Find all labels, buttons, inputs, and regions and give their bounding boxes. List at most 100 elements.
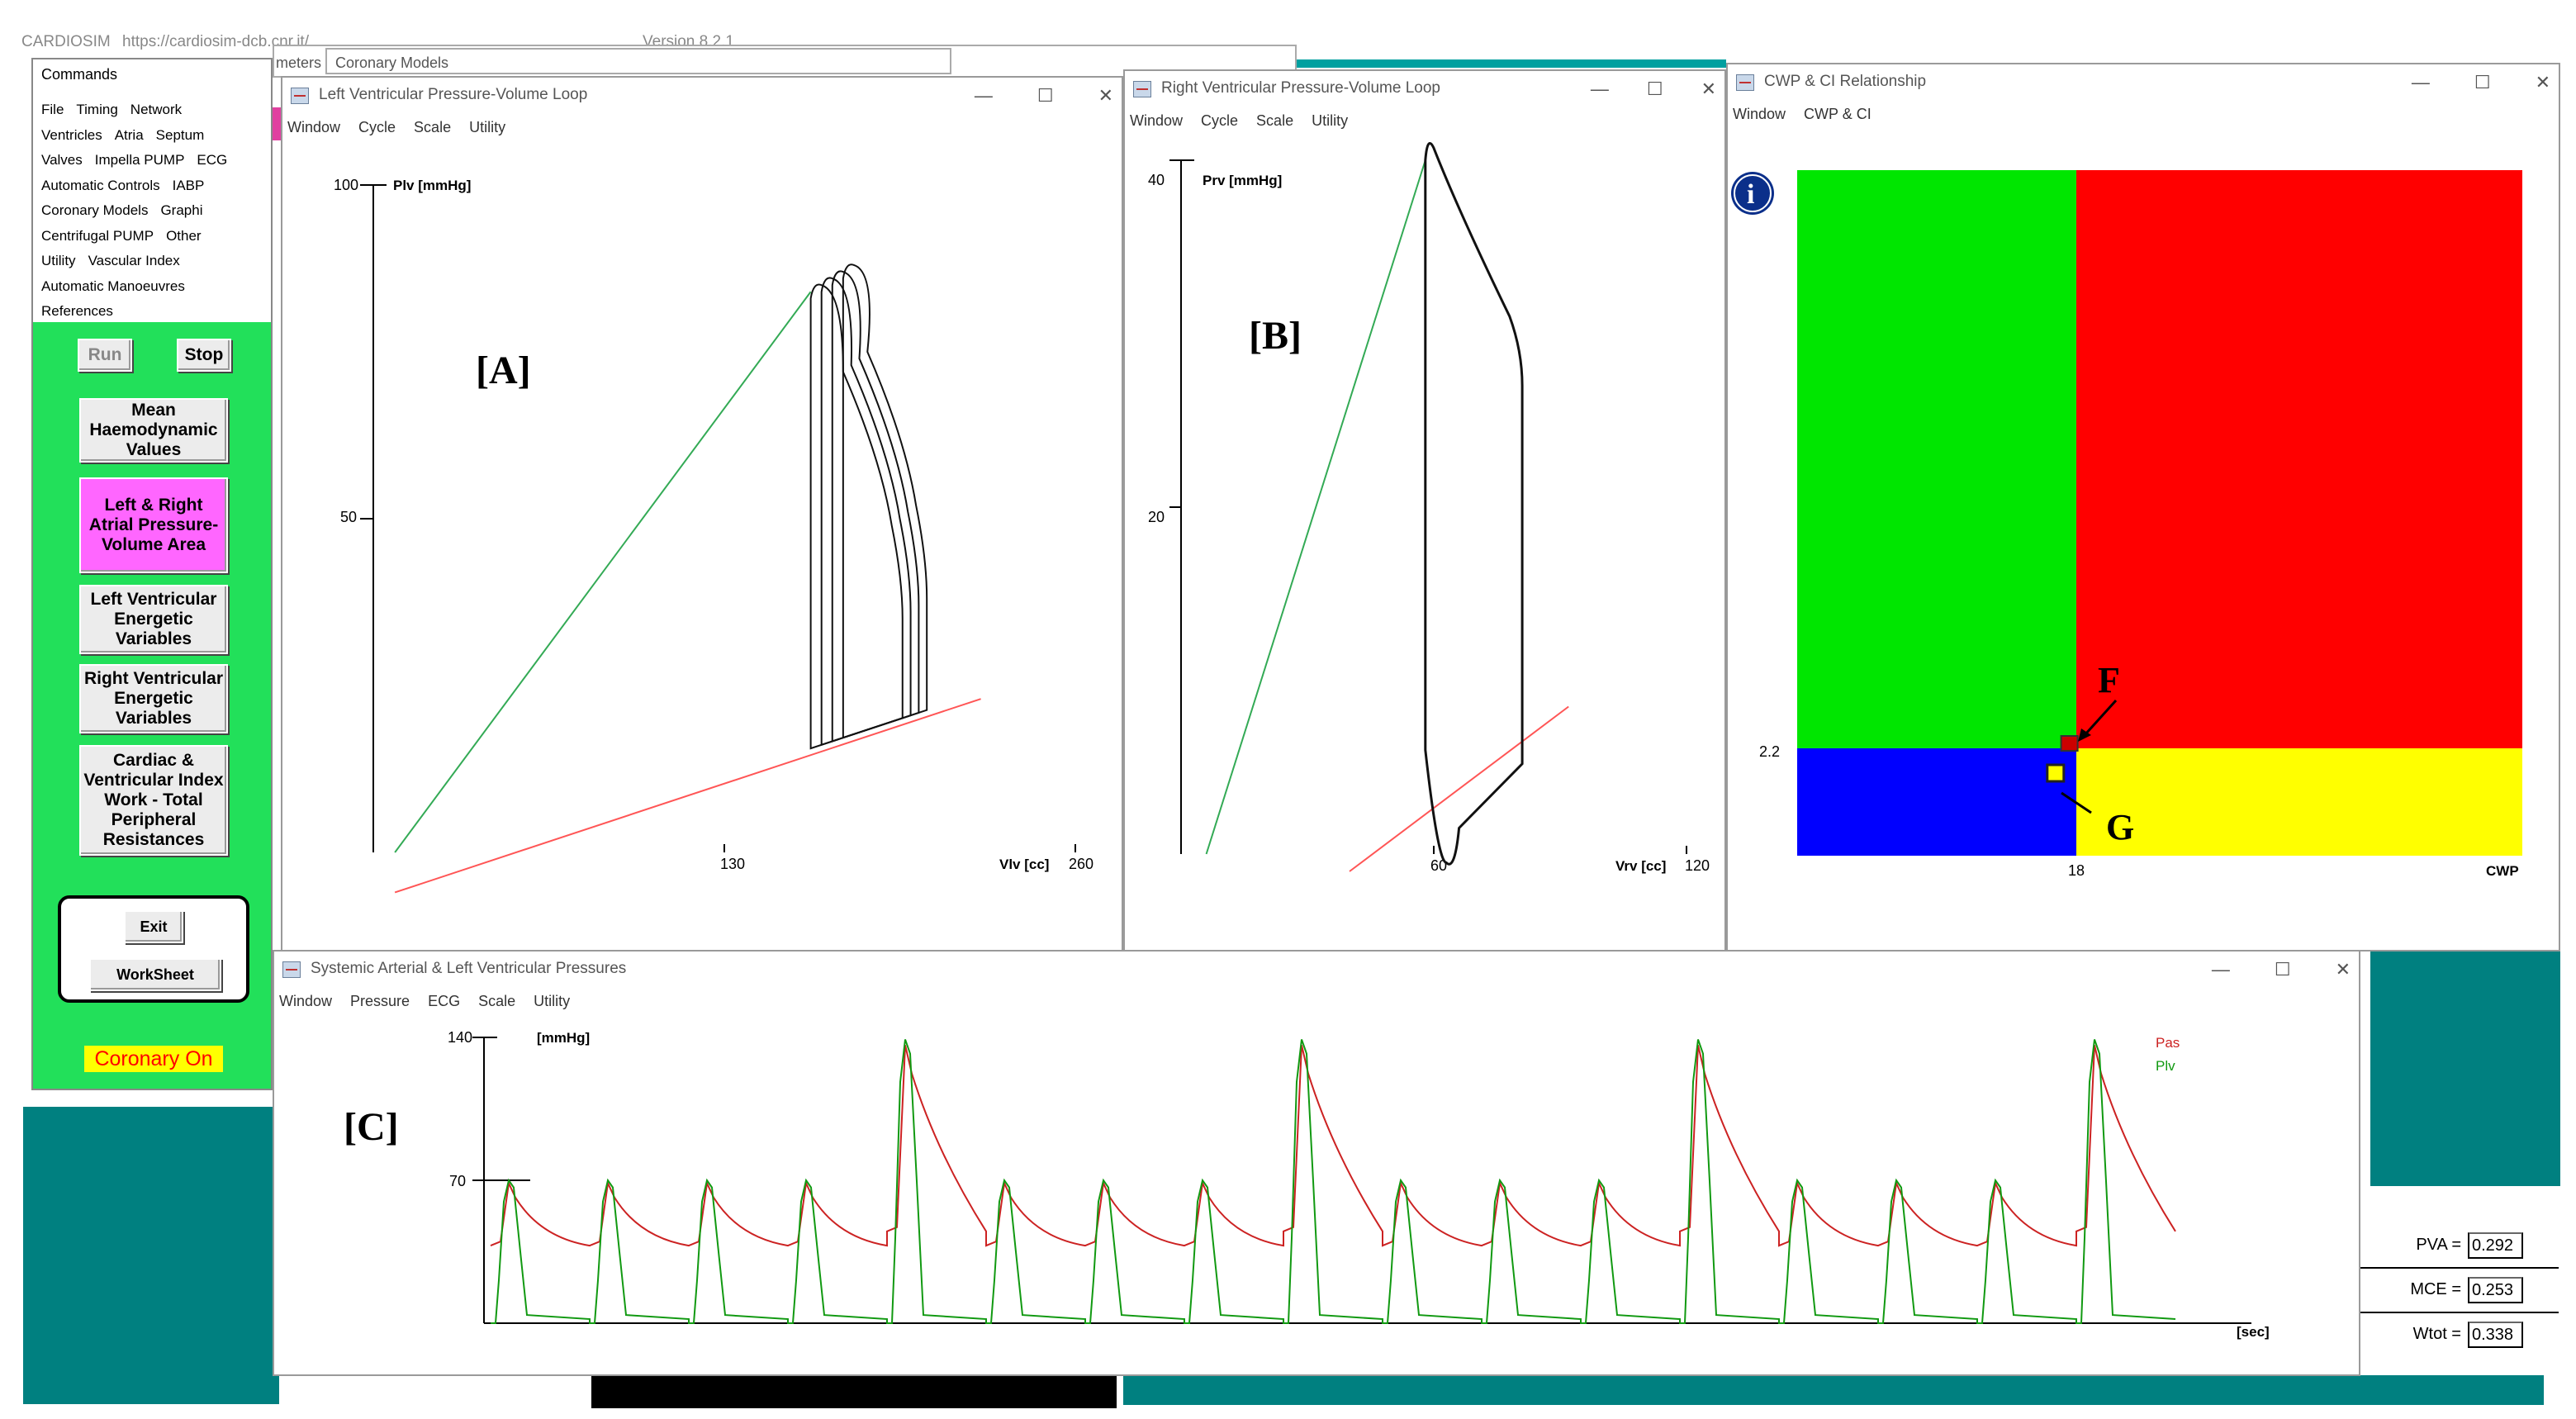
commands-title: Commands bbox=[41, 66, 118, 83]
lv-pv-loop bbox=[809, 283, 904, 750]
command-menu-item[interactable]: Atria bbox=[115, 127, 144, 143]
commands-menu-row: Automatic Manoeuvres bbox=[41, 274, 240, 300]
coronary-status: Coronary On bbox=[84, 1046, 223, 1072]
desktop-right-band bbox=[2370, 950, 2560, 1186]
index-label: PVA = bbox=[2416, 1236, 2461, 1254]
cwp-ci-plot: i 2.2 18 CWP F G bbox=[1731, 170, 2522, 879]
index-row: PVA = 0.292 bbox=[2360, 1224, 2559, 1267]
legend-plv: Plv bbox=[2156, 1058, 2175, 1074]
lv-energetic-variables-button[interactable]: Left Ventricular Energetic Variables bbox=[79, 585, 228, 654]
lv-panel-label: [A] bbox=[476, 349, 531, 392]
command-menu-item[interactable]: Vascular Index bbox=[88, 253, 180, 268]
taskbar-black bbox=[591, 1375, 1117, 1408]
lv-xtick-130: 130 bbox=[720, 856, 745, 872]
command-menu-item[interactable]: Automatic Controls bbox=[41, 178, 160, 193]
commands-menu-row: Coronary Models Graphi bbox=[41, 198, 240, 224]
plv-trace bbox=[491, 1039, 2176, 1324]
lv-pv-loop-window: Left Ventricular Pressure-Volume Loop — ☐… bbox=[281, 76, 1123, 955]
rv-ylabel: Prv [mmHg] bbox=[1203, 173, 1282, 188]
cwp-threshold-tick: 18 bbox=[2068, 862, 2085, 879]
index-row: MCE = 0.253 bbox=[2360, 1267, 2559, 1312]
quadrant-bottom-left bbox=[1797, 748, 2076, 856]
lv-ytick-100: 100 bbox=[334, 177, 358, 193]
cwp-ci-window: CWP & CI Relationship — ☐ ✕ Window CWP & C… bbox=[1726, 63, 2560, 952]
stop-button[interactable]: Stop bbox=[177, 339, 231, 372]
indices-list: PVA = 0.292 MCE = 0.253 Wtot = 0.338 bbox=[2360, 1224, 2559, 1356]
command-menu-item[interactable]: Coronary Models bbox=[41, 202, 148, 218]
command-menu-item[interactable]: Automatic Manoeuvres bbox=[41, 278, 185, 294]
command-menu-item[interactable]: IABP bbox=[173, 178, 205, 193]
commands-menu-row: Automatic Controls IABP bbox=[41, 173, 240, 199]
command-menu-item[interactable]: Network bbox=[130, 102, 182, 117]
marker-f-label: F bbox=[2098, 660, 2120, 700]
rv-espvr-line bbox=[1205, 159, 1426, 855]
command-menu-item[interactable]: Valves bbox=[41, 152, 83, 168]
index-value: 0.338 bbox=[2468, 1322, 2523, 1348]
desktop-bottom-band bbox=[23, 1107, 279, 1404]
pressure-ytick-70: 70 bbox=[449, 1173, 466, 1189]
commands-menu-row: File Timing Network bbox=[41, 97, 240, 123]
desktop-strip bbox=[1123, 1375, 2544, 1405]
commands-menu-area: Commands File Timing Network Ventricles Atri… bbox=[33, 59, 271, 322]
command-menu-item[interactable]: References bbox=[41, 303, 113, 319]
rv-energetic-variables-button[interactable]: Right Ventricular Energetic Variables bbox=[79, 664, 228, 733]
ci-threshold-tick: 2.2 bbox=[1759, 743, 1780, 760]
index-value: 0.292 bbox=[2468, 1232, 2523, 1259]
command-menu-item[interactable]: Impella PUMP bbox=[95, 152, 185, 168]
bg-tab-coronary[interactable]: Coronary Models bbox=[325, 48, 951, 74]
pressure-window: Systemic Arterial & Left Ventricular Pre… bbox=[273, 950, 2360, 1376]
info-icon[interactable]: i bbox=[1731, 172, 1774, 215]
pressure-ytick-140: 140 bbox=[448, 1029, 472, 1046]
commands-menu-row: References bbox=[41, 299, 240, 325]
cardiac-index-work-button[interactable]: Cardiac & Ventricular Index Work - Total… bbox=[79, 745, 228, 856]
command-menu-item[interactable]: Centrifugal PUMP bbox=[41, 228, 154, 244]
rv-pv-loop-window: Right Ventricular Pressure-Volume Loop —… bbox=[1123, 69, 1726, 953]
lv-pv-plot: 100 50 130 260 Plv [mmHg] Vlv [cc] [A] bbox=[334, 177, 1093, 894]
command-menu-item[interactable]: Ventricles bbox=[41, 127, 102, 143]
run-button[interactable]: Run bbox=[78, 339, 132, 372]
exit-button[interactable]: Exit bbox=[124, 910, 183, 943]
rv-pv-loop bbox=[1424, 141, 1524, 866]
index-value: 0.253 bbox=[2468, 1277, 2523, 1303]
command-menu-item[interactable]: File bbox=[41, 102, 64, 117]
lv-espvr-line bbox=[394, 291, 812, 853]
exit-worksheet-group: Exit WorkSheet bbox=[58, 895, 249, 1003]
pas-trace bbox=[490, 1045, 2176, 1247]
lv-ylabel: Plv [mmHg] bbox=[393, 178, 471, 193]
marker-g-label: G bbox=[2106, 807, 2134, 847]
pressure-yunit: [mmHg] bbox=[537, 1030, 590, 1046]
commands-menu-row: Centrifugal PUMP Other bbox=[41, 224, 240, 249]
rv-edpvr-line bbox=[1349, 705, 1569, 872]
worksheet-button[interactable]: WorkSheet bbox=[89, 958, 221, 991]
legend-pas: Pas bbox=[2156, 1035, 2180, 1051]
cwp-xlabel: CWP bbox=[2486, 863, 2519, 879]
quadrant-top-right bbox=[2076, 170, 2522, 748]
command-menu-item[interactable]: Graphi bbox=[160, 202, 202, 218]
command-menu-item[interactable]: ECG bbox=[197, 152, 227, 168]
bg-tab-coronary-label: Coronary Models bbox=[335, 55, 449, 71]
commands-panel: Commands File Timing Network Ventricles Atri… bbox=[31, 58, 273, 1090]
rv-xtick-120: 120 bbox=[1685, 857, 1710, 874]
command-menu-item[interactable]: Utility bbox=[41, 253, 76, 268]
bg-tab-params: meters bbox=[276, 55, 322, 71]
rv-ytick-40: 40 bbox=[1148, 172, 1165, 188]
index-row: Wtot = 0.338 bbox=[2360, 1312, 2559, 1356]
quadrant-top-left bbox=[1797, 170, 2076, 748]
index-label: MCE = bbox=[2410, 1280, 2461, 1298]
command-menu-item[interactable]: Other bbox=[166, 228, 202, 244]
atrial-pressure-volume-area-button[interactable]: Left & Right Atrial Pressure-Volume Area bbox=[79, 477, 228, 573]
command-menu-item[interactable]: Timing bbox=[76, 102, 117, 117]
rv-panel-label: [B] bbox=[1249, 314, 1302, 358]
rv-pv-plot: 40 20 60 120 Prv [mmHg] Vrv [cc] [B] bbox=[1148, 141, 1710, 874]
app-title: CARDIOSIM bbox=[21, 33, 111, 50]
commands-menu-row: Valves Impella PUMP ECG bbox=[41, 148, 240, 173]
command-menu-item[interactable]: Septum bbox=[156, 127, 205, 143]
lv-pv-loop bbox=[831, 270, 920, 743]
lv-pv-loop bbox=[842, 263, 928, 739]
bg-strip-magenta bbox=[273, 107, 281, 140]
commands-menu-row: Utility Vascular Index bbox=[41, 249, 240, 274]
mean-haemodynamic-values-button[interactable]: Mean Haemodynamic Values bbox=[79, 398, 228, 463]
lv-ytick-50: 50 bbox=[340, 509, 357, 525]
info-icon-glyph: i bbox=[1747, 179, 1754, 210]
marker-f bbox=[2060, 735, 2079, 752]
